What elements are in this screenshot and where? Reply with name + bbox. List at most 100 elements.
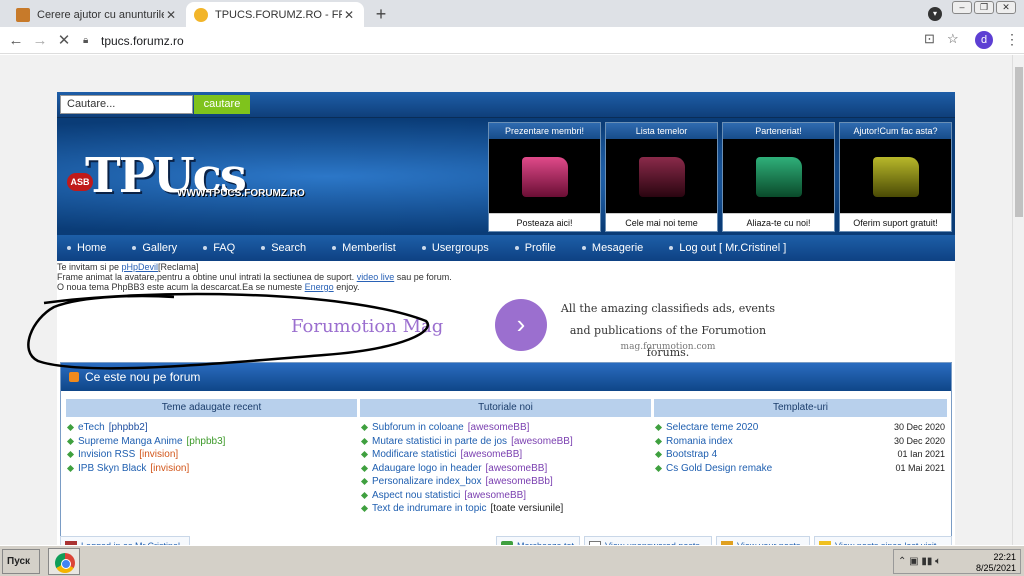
unanswered-posts-button[interactable]: View unanswered posts — [584, 536, 712, 545]
back-icon[interactable]: ← — [6, 31, 26, 51]
bullet-icon — [132, 246, 137, 250]
list-item[interactable]: Aspect nou statistici [awesomeBB] — [360, 489, 651, 503]
feature-box[interactable]: Parteneriat! Aliaza-te cu noi! — [722, 122, 835, 232]
list-item[interactable]: Adaugare logo in header [awesomeBB] — [360, 462, 651, 476]
tab-active[interactable]: TPUCS.FORUMZ.RO - FREE GAME C ✕ — [186, 2, 364, 27]
themes-column: eTech [phpbb2] Supreme Manga Anime [phpbb3… — [66, 421, 357, 476]
taskbar-chrome-button[interactable] — [48, 548, 80, 575]
bullet-icon — [654, 437, 663, 445]
bullet-icon — [654, 464, 663, 472]
bullet-icon — [261, 246, 266, 250]
tutorials-column: Subforum in coloane [awesomeBB] Mutare st… — [360, 421, 651, 516]
bullet-icon — [360, 437, 369, 445]
notice-link[interactable]: video live — [357, 272, 395, 282]
bullet-icon — [360, 451, 369, 459]
item-date: 30 Dec 2020 — [893, 435, 945, 446]
start-button[interactable]: Пуск — [2, 549, 40, 574]
window-controls: – ❐ ✕ — [952, 1, 1016, 15]
tab-inactive[interactable]: Cerere ajutor cu anunturile de tip ale ✕ — [8, 2, 186, 27]
list-item[interactable]: IPB Skyn Black [invision] — [66, 462, 357, 476]
omnibox[interactable]: 🔒︎ tpucs.forumz.ro — [83, 30, 963, 51]
bullet-icon — [360, 464, 369, 472]
column-heading: Tutoriale noi — [360, 399, 651, 417]
feature-box-caption[interactable]: Oferim suport gratuit! — [840, 213, 951, 231]
nav-profile[interactable]: Profile — [514, 242, 556, 254]
stop-icon[interactable]: ✕ — [54, 31, 74, 51]
feature-box[interactable]: Prezentare membri! Posteaza aici! — [488, 122, 601, 232]
bullet-icon — [67, 246, 71, 250]
kebab-menu-icon[interactable]: ⋮ — [1005, 31, 1019, 48]
list-item[interactable]: Modificare statistici [awesomeBB] — [360, 448, 651, 462]
feature-box[interactable]: Lista temelor Cele mai noi teme — [605, 122, 718, 232]
list-item[interactable]: Cs Gold Design remake 01 Mai 2021 — [654, 462, 945, 476]
whats-new-panel: Ce este nou pe forum Teme adaugate recen… — [60, 362, 952, 545]
nav-home[interactable]: Home — [67, 242, 106, 254]
minimize-icon[interactable]: – — [952, 1, 972, 14]
notice-line: Frame animat la avatare,pentru a obtine … — [57, 272, 452, 282]
list-item[interactable]: Romania index 30 Dec 2020 — [654, 435, 945, 449]
feature-boxes: Prezentare membri! Posteaza aici! Lista … — [488, 122, 952, 232]
list-item[interactable]: Subforum in coloane [awesomeBB] — [360, 421, 651, 435]
list-item[interactable]: Mutare statistici in parte de jos [awesom… — [360, 435, 651, 449]
nav-memberlist[interactable]: Memberlist — [332, 242, 396, 254]
scrollbar-thumb[interactable] — [1015, 67, 1023, 217]
tray-icons[interactable]: ⌃ ▣ ▮▮ 🔈︎ — [898, 556, 941, 567]
restore-icon[interactable]: ❐ — [974, 1, 994, 14]
url-text[interactable]: tpucs.forumz.ro — [101, 34, 184, 48]
bullet-icon — [654, 424, 663, 432]
bullet-icon — [360, 505, 369, 513]
page-viewport: Cautare... cautare ASB TPUcs WWW.TPUCS.F… — [0, 55, 1024, 545]
bookmark-star-icon[interactable]: ☆ — [947, 31, 959, 47]
mark-read-button[interactable]: Marcheaza tot — [496, 536, 580, 545]
vertical-scrollbar[interactable] — [1012, 55, 1024, 545]
lock-icon: 🔒︎ — [83, 35, 89, 46]
your-posts-button[interactable]: View your posts — [716, 536, 810, 545]
announcement-block: Te invitam si pe pHpDevil[Reclama] Frame… — [57, 262, 955, 292]
notice-link[interactable]: pHpDevil — [122, 262, 159, 272]
bullet-icon — [360, 424, 369, 432]
nav-logout[interactable]: Log out [ Mr.Cristinel ] — [669, 242, 786, 254]
list-item[interactable]: Personalizare index_box [awesomeBBb] — [360, 475, 651, 489]
feature-box[interactable]: Ajutor!Cum fac asta? Oferim suport gratu… — [839, 122, 952, 232]
tab-search-icon[interactable]: ▾ — [928, 7, 942, 21]
list-item[interactable]: Bootstrap 4 01 Ian 2021 — [654, 448, 945, 462]
feature-box-caption[interactable]: Cele mai noi teme — [606, 213, 717, 231]
clock[interactable]: 22:21 8/25/2021 — [976, 552, 1016, 574]
search-input[interactable]: Cautare... — [60, 95, 193, 114]
new-tab-icon[interactable]: + — [370, 3, 392, 25]
feature-box-title: Ajutor!Cum fac asta? — [840, 123, 951, 139]
notice-link[interactable]: Energo — [305, 282, 334, 292]
forum-page: Cautare... cautare ASB TPUcs WWW.TPUCS.F… — [57, 92, 955, 545]
nav-mesagerie[interactable]: Mesagerie — [581, 242, 643, 254]
window-close-icon[interactable]: ✕ — [996, 1, 1016, 14]
search-strip: Cautare... cautare — [57, 92, 955, 118]
bullet-icon — [421, 246, 426, 250]
nav-gallery[interactable]: Gallery — [132, 242, 177, 254]
nav-usergroups[interactable]: Usergroups — [421, 242, 489, 254]
nav-search[interactable]: Search — [261, 242, 306, 254]
address-bar-row: ← → ✕ 🔒︎ tpucs.forumz.ro ⊡ ☆ d ⋮ — [0, 27, 1024, 54]
notice-line: Te invitam si pe pHpDevil[Reclama] — [57, 262, 199, 272]
list-item[interactable]: Selectare teme 2020 30 Dec 2020 — [654, 421, 945, 435]
forward-icon[interactable]: → — [30, 31, 50, 51]
install-icon[interactable]: ⊡ — [924, 31, 935, 47]
nav-faq[interactable]: FAQ — [203, 242, 235, 254]
list-item[interactable]: Text de indrumare in topic [toate versiun… — [360, 502, 651, 516]
list-item[interactable]: Invision RSS [invision] — [66, 448, 357, 462]
bullet-icon — [360, 491, 369, 499]
forumotion-ad[interactable]: Forumotion Mag › All the amazing classif… — [233, 292, 779, 359]
feature-box-caption[interactable]: Aliaza-te cu noi! — [723, 213, 834, 231]
profile-avatar[interactable]: d — [975, 31, 993, 49]
folder-icon — [521, 156, 568, 197]
arrow-right-icon[interactable]: › — [495, 299, 547, 351]
main-nav: Home Gallery FAQ Search Memberlist Userg… — [57, 235, 955, 261]
os-taskbar: Пуск ⌃ ▣ ▮▮ 🔈︎ 22:21 8/25/2021 — [0, 545, 1024, 576]
feature-box-caption[interactable]: Posteaza aici! — [489, 213, 600, 231]
since-last-visit-button[interactable]: View posts since last visit — [814, 536, 952, 545]
logo-url: WWW.TPUCS.FORUMZ.RO — [177, 188, 305, 199]
list-item[interactable]: eTech [phpbb2] — [66, 421, 357, 435]
list-item[interactable]: Supreme Manga Anime [phpbb3] — [66, 435, 357, 449]
close-icon[interactable]: ✕ — [342, 8, 356, 22]
search-button[interactable]: cautare — [194, 95, 250, 114]
close-icon[interactable]: ✕ — [164, 8, 178, 22]
